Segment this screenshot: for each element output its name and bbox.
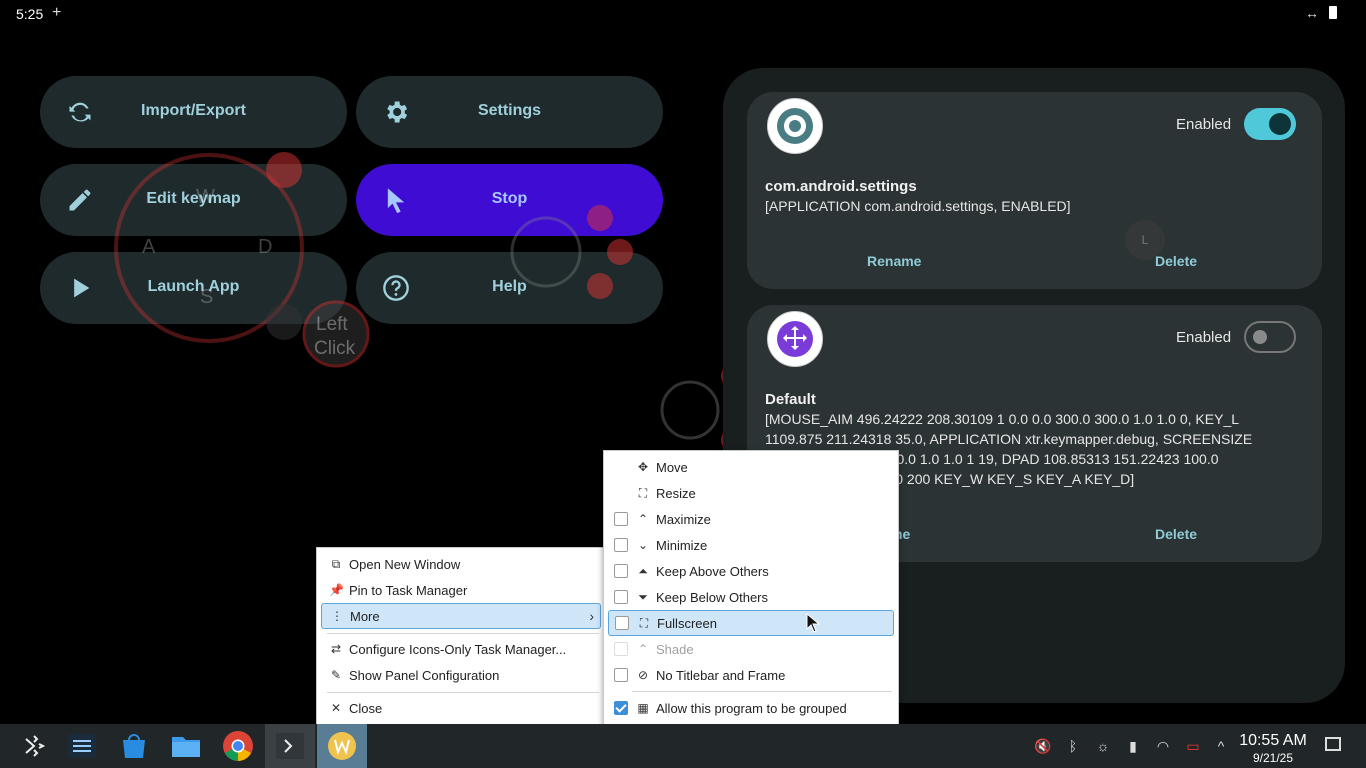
tray-expand-icon[interactable]: ^ (1213, 738, 1229, 754)
menu-item-keep-below[interactable]: ⏷ Keep Below Others (608, 585, 894, 609)
pencil-icon: ✎ (330, 668, 342, 682)
bluetooth-icon[interactable]: ᛒ (1065, 738, 1081, 754)
launch-app-button[interactable]: Launch App (40, 252, 347, 324)
chrome-icon[interactable] (222, 730, 254, 762)
profile-name: com.android.settings (765, 178, 917, 195)
help-label: Help (492, 278, 527, 295)
keep-below-icon: ⏷ (638, 590, 648, 604)
menu-item-resize[interactable]: ⛶ Resize (608, 481, 894, 505)
profile-avatar (767, 98, 823, 154)
new-window-icon: ⧉ (331, 557, 341, 571)
help-button[interactable]: Help (356, 252, 663, 324)
menu-item-move[interactable]: ✥ Move (608, 455, 894, 479)
pin-icon: 📌 (329, 583, 344, 597)
shade-checkbox (614, 642, 628, 656)
status-time: 5:25 (16, 6, 44, 22)
settings-label: Settings (477, 102, 542, 119)
discover-store-icon[interactable] (118, 730, 150, 762)
move-icon: ✥ (637, 460, 649, 474)
maximize-checkbox[interactable] (614, 512, 628, 526)
file-manager-icon[interactable] (170, 730, 202, 762)
resize-icon: ⛶ (638, 486, 648, 500)
settings-app-icon (777, 108, 813, 144)
edit-keymap-button[interactable]: Edit keymap (40, 164, 347, 236)
more-icon: ⋮ (331, 609, 343, 623)
battery-icon[interactable]: ▮ (1125, 738, 1141, 754)
launch-app-label: Launch App (147, 278, 240, 295)
import-export-button[interactable]: Import/Export (40, 76, 347, 148)
enabled-toggle[interactable] (1244, 321, 1296, 353)
taskbar: 🔇 ᛒ ☼ ▮ ◠ ▭ ^ 10:55 AM 9/21/25 (0, 724, 1366, 768)
more-submenu: ✥ Move ⛶ Resize ⌃ Maximize ⌄ Minimize ⏶ … (603, 450, 899, 725)
menu-item-keep-above[interactable]: ⏶ Keep Above Others (608, 559, 894, 583)
menu-item-close[interactable]: ✕ Close (321, 696, 601, 720)
status-battery-icon (1329, 6, 1337, 19)
group-icon: ▦ (637, 701, 649, 715)
no-titlebar-checkbox[interactable] (614, 668, 628, 682)
profile-card-settings: Enabled com.android.settings [APPLICATIO… (747, 92, 1322, 289)
system-settings-icon[interactable] (66, 730, 98, 762)
fullscreen-icon: ⛶ (639, 616, 649, 630)
menu-item-more[interactable]: ⋮ More › (321, 603, 601, 629)
menu-item-open-new-window[interactable]: ⧉ Open New Window (321, 552, 601, 576)
status-bar: 5:25 + ↔ (0, 0, 1366, 28)
menu-item-maximize[interactable]: ⌃ Maximize (608, 507, 894, 531)
brightness-icon[interactable]: ☼ (1095, 738, 1111, 754)
profile-description: [APPLICATION com.android.settings, ENABL… (765, 198, 1071, 214)
terminal-icon[interactable] (274, 730, 306, 762)
clock-time: 10:55 AM (1239, 732, 1307, 749)
enabled-toggle[interactable] (1244, 108, 1296, 140)
no-titlebar-icon: ⊘ (637, 668, 649, 682)
rename-button[interactable]: Rename (867, 253, 921, 269)
keep-above-icon: ⏶ (638, 564, 648, 578)
profile-avatar (767, 311, 823, 367)
app-launcher-icon[interactable] (18, 730, 50, 762)
delete-button[interactable]: Delete (1155, 253, 1197, 269)
muted-volume-icon[interactable]: 🔇 (1034, 738, 1051, 754)
move-arrows-icon (777, 321, 813, 357)
close-icon: ✕ (330, 701, 342, 715)
keymapper-app-icon[interactable] (326, 730, 358, 762)
settings-button[interactable]: Settings (356, 76, 663, 148)
status-arrows-icon: ↔ (1305, 5, 1319, 21)
task-context-menu: ⧉ Open New Window 📌 Pin to Task Manager … (316, 547, 606, 725)
wifi-icon[interactable]: ◠ (1155, 738, 1171, 754)
delete-button[interactable]: Delete (1155, 526, 1197, 542)
menu-item-shade: ⌃ Shade (608, 637, 894, 661)
keep-below-checkbox[interactable] (614, 590, 628, 604)
keep-above-checkbox[interactable] (614, 564, 628, 578)
stop-label: Stop (491, 190, 528, 207)
clock-date: 9/21/25 (1252, 751, 1294, 765)
menu-item-panel-config[interactable]: ✎ Show Panel Configuration (321, 663, 601, 687)
enabled-label: Enabled (1176, 329, 1232, 346)
menu-item-configure[interactable]: ⇄ Configure Icons-Only Task Manager... (321, 637, 601, 661)
edit-keymap-label: Edit keymap (146, 190, 241, 207)
menu-item-minimize[interactable]: ⌄ Minimize (608, 533, 894, 557)
power-icon[interactable]: ▭ (1185, 738, 1201, 754)
menu-item-pin[interactable]: 📌 Pin to Task Manager (321, 578, 601, 602)
status-plus-icon: + (52, 4, 62, 21)
show-desktop-icon[interactable] (1325, 737, 1341, 751)
maximize-icon: ⌃ (637, 512, 649, 526)
import-export-label: Import/Export (141, 102, 246, 119)
allow-grouped-checkbox[interactable] (614, 701, 628, 715)
chevron-right-icon: › (589, 608, 594, 624)
menu-item-fullscreen[interactable]: ⛶ Fullscreen (608, 610, 894, 636)
overlay-left-click-2: Click (314, 338, 356, 359)
minimize-checkbox[interactable] (614, 538, 628, 552)
shade-icon: ⌃ (637, 642, 649, 656)
minimize-icon: ⌄ (637, 538, 649, 552)
clock[interactable]: 10:55 AM 9/21/25 (1233, 732, 1313, 765)
fullscreen-checkbox[interactable] (615, 616, 629, 630)
menu-item-no-titlebar[interactable]: ⊘ No Titlebar and Frame (608, 663, 894, 687)
stop-button[interactable]: Stop (356, 164, 663, 236)
menu-item-allow-grouped[interactable]: ▦ Allow this program to be grouped (608, 696, 894, 720)
configure-icon: ⇄ (330, 642, 342, 656)
profile-name: Default (765, 391, 816, 408)
enabled-label: Enabled (1176, 116, 1232, 133)
